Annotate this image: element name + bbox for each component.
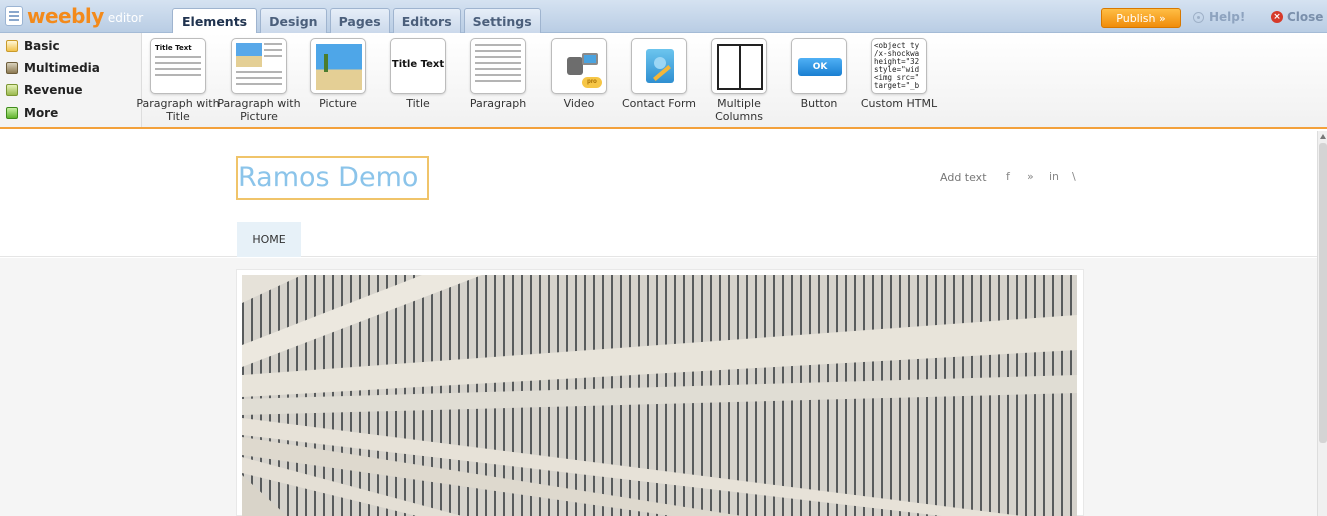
help-link[interactable]: Help! xyxy=(1193,10,1245,24)
scroll-up-icon[interactable] xyxy=(1320,134,1326,139)
category-basic[interactable]: Basic xyxy=(6,36,60,56)
close-link[interactable]: × Close xyxy=(1271,10,1323,24)
weebly-editor: weebly editor Elements Design Pages Edit… xyxy=(0,0,1327,516)
help-label: Help! xyxy=(1209,10,1246,24)
revenue-icon xyxy=(6,84,18,96)
site-header: Ramos Demo Add text f » in \ HOME xyxy=(0,131,1317,257)
picture-icon xyxy=(310,38,366,94)
publish-button[interactable]: Publish » xyxy=(1101,8,1181,28)
contact-form-icon xyxy=(631,38,687,94)
element-label: Contact Form xyxy=(621,97,696,110)
twitter-icon[interactable]: » xyxy=(1027,170,1034,183)
nav-home[interactable]: HOME xyxy=(237,222,301,257)
basic-icon xyxy=(6,40,18,52)
tab-design[interactable]: Design xyxy=(260,8,327,33)
category-label: More xyxy=(24,106,59,120)
multiple-columns-icon xyxy=(711,38,767,94)
scroll-thumb[interactable] xyxy=(1319,143,1327,443)
logo-text: weebly xyxy=(27,4,104,28)
page-scrollbar[interactable] xyxy=(1317,131,1327,516)
weebly-logo-icon xyxy=(5,6,23,26)
video-icon: pro xyxy=(551,38,607,94)
rss-icon[interactable]: \ xyxy=(1072,170,1076,183)
tab-settings[interactable]: Settings xyxy=(463,8,541,33)
element-categories: Basic Multimedia Revenue More xyxy=(0,33,142,127)
element-label: Picture xyxy=(319,97,357,110)
category-label: Basic xyxy=(24,39,60,53)
element-label: Custom HTML xyxy=(860,97,938,110)
preview-code: <object ty /x-shockwa height="32 style="… xyxy=(874,41,920,90)
title-icon: Title Text xyxy=(390,38,446,94)
video-pro-badge: pro xyxy=(582,77,602,88)
element-label: Paragraph with Title xyxy=(136,97,220,123)
help-icon xyxy=(1193,11,1204,23)
element-label: Paragraph xyxy=(469,97,527,110)
paragraph-with-picture-icon xyxy=(231,38,287,94)
preview-title: Title Text xyxy=(155,44,192,52)
element-label: Paragraph with Picture xyxy=(217,97,301,123)
element-label: Video xyxy=(563,97,595,110)
close-label: Close xyxy=(1287,10,1324,24)
element-label: Multiple Columns xyxy=(715,97,763,123)
preview-title-text: Title Text xyxy=(391,59,445,70)
element-label: Title xyxy=(406,97,430,110)
button-icon: OK xyxy=(791,38,847,94)
elements-toolbar: Basic Multimedia Revenue More Title Text… xyxy=(0,33,1327,129)
close-icon: × xyxy=(1271,11,1283,23)
add-text[interactable]: Add text xyxy=(940,171,987,184)
top-bar: weebly editor Elements Design Pages Edit… xyxy=(0,0,1327,34)
wood-ceiling-image xyxy=(242,275,1077,516)
paragraph-icon xyxy=(470,38,526,94)
element-label: Button xyxy=(800,97,838,110)
multimedia-icon xyxy=(6,62,18,74)
site-title[interactable]: Ramos Demo xyxy=(236,156,429,200)
tab-editors[interactable]: Editors xyxy=(392,8,461,33)
facebook-icon[interactable]: f xyxy=(1006,170,1010,183)
category-multimedia[interactable]: Multimedia xyxy=(6,58,100,78)
logo-subtext: editor xyxy=(107,11,144,25)
linkedin-icon[interactable]: in xyxy=(1049,170,1059,183)
main-tabs: Elements Design Pages Editors Settings xyxy=(172,8,544,34)
tab-pages[interactable]: Pages xyxy=(329,8,390,33)
category-more[interactable]: More xyxy=(6,103,58,123)
paragraph-with-title-icon: Title Text xyxy=(150,38,206,94)
custom-html-icon: <object ty /x-shockwa height="32 style="… xyxy=(871,38,927,94)
more-icon xyxy=(6,107,18,119)
category-revenue[interactable]: Revenue xyxy=(6,80,83,100)
weebly-logo[interactable]: weebly editor xyxy=(5,4,143,28)
category-label: Revenue xyxy=(24,83,83,97)
tab-elements[interactable]: Elements xyxy=(172,8,258,34)
banner-image[interactable] xyxy=(242,275,1077,516)
preview-ok: OK xyxy=(798,58,842,76)
category-label: Multimedia xyxy=(24,61,100,75)
